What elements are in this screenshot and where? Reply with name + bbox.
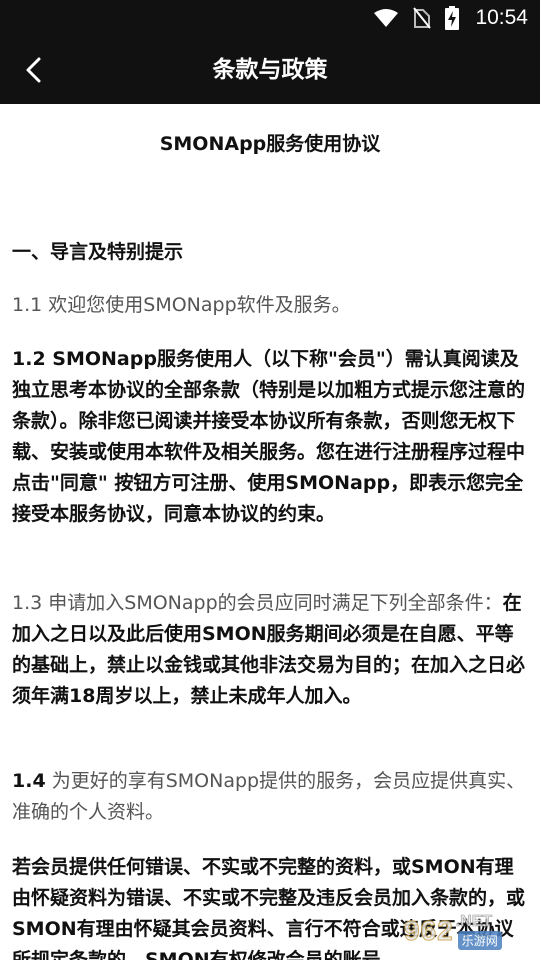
status-icons: 10:54 bbox=[373, 0, 528, 36]
document-title: SMONApp服务使用协议 bbox=[159, 133, 381, 155]
watermark-suffix: .NET bbox=[455, 912, 493, 930]
app-bar: 条款与政策 bbox=[0, 36, 540, 104]
battery-charging-icon bbox=[445, 6, 460, 30]
watermark-sub: 乐游网 bbox=[457, 930, 502, 950]
page-title: 条款与政策 bbox=[212, 57, 328, 83]
paragraph-1-3-prefix: 1.3 申请加入SMONapp的会员应同时满足下列全部条件： bbox=[12, 592, 503, 614]
paragraph-1-1: 1.1 欢迎您使用SMONapp软件及服务。 bbox=[12, 294, 351, 316]
status-bar: 10:54 bbox=[0, 0, 540, 36]
clock: 10:54 bbox=[475, 6, 528, 29]
site-watermark: 962 .NET 乐游网 bbox=[404, 908, 534, 954]
paragraph-1-4-number: 1.4 bbox=[12, 770, 46, 792]
watermark-logo: 962 bbox=[404, 915, 454, 947]
paragraph-1-3: 1.3 申请加入SMONapp的会员应同时满足下列全部条件：在加入之日以及此后使… bbox=[12, 588, 528, 712]
paragraph-1-4: 1.4 为更好的享有SMONapp提供的服务，会员应提供真实、准确的个人资料。 bbox=[12, 766, 528, 828]
paragraph-1-4-text: 为更好的享有SMONapp提供的服务，会员应提供真实、准确的个人资料。 bbox=[12, 770, 526, 823]
section-heading: 一、导言及特别提示 bbox=[12, 241, 184, 263]
wifi-icon bbox=[373, 8, 399, 28]
no-sim-icon bbox=[413, 7, 432, 29]
document-content[interactable]: SMONApp服务使用协议 一、导言及特别提示 1.1 欢迎您使用SMONapp… bbox=[0, 104, 540, 960]
paragraph-1-2: 1.2 SMONapp服务使用人（以下称"会员"）需认真阅读及独立思考本协议的全… bbox=[12, 348, 526, 525]
